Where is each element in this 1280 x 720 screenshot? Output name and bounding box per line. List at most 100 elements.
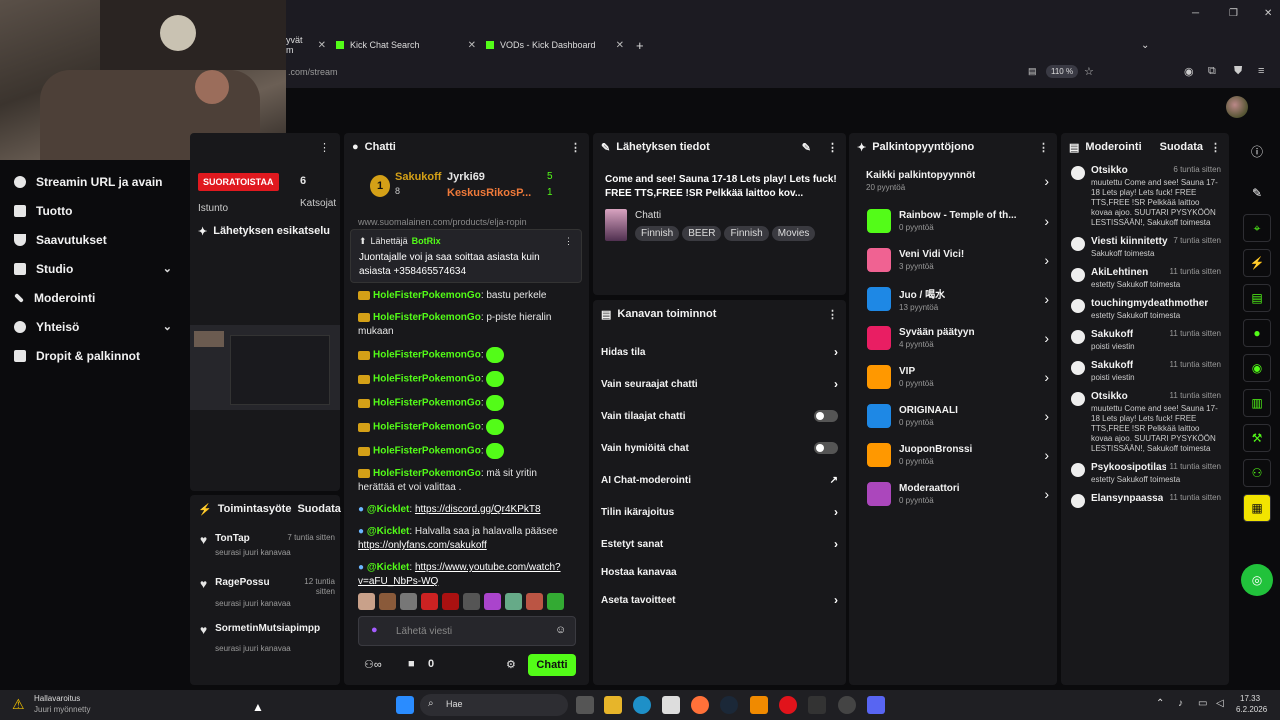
action-set-goals[interactable]: Aseta tavoitteet › [593, 584, 846, 616]
reader-icon[interactable]: ▤ [1028, 66, 1037, 77]
avatar[interactable] [1226, 96, 1248, 118]
more-options-icon[interactable]: ⋮ [827, 141, 838, 154]
action-ai-moderation[interactable]: AI Chat-moderointi ↗ [593, 464, 846, 496]
stream-preview[interactable] [190, 325, 340, 410]
sidebar-item-revenue[interactable]: Tuotto [0, 196, 186, 225]
tab-list-icon[interactable]: ⌄ [1141, 36, 1149, 54]
action-age-restriction[interactable]: Tilin ikärajoitus › [593, 496, 846, 528]
emote-icon[interactable] [442, 593, 459, 610]
opera-icon[interactable] [779, 696, 797, 714]
store-icon[interactable] [662, 696, 680, 714]
reward-item[interactable]: ORIGINAALI 0 pyyntöä › [849, 396, 1057, 435]
action-host-channel[interactable]: Hostaa kanavaa [593, 560, 846, 584]
terminal-icon[interactable] [808, 696, 826, 714]
emote-icon[interactable] [358, 593, 375, 610]
notes-icon[interactable]: ▤ [1243, 284, 1271, 312]
emote-icon[interactable] [526, 593, 543, 610]
close-window-icon[interactable]: ✕ [1264, 8, 1272, 19]
emoji-icon[interactable]: ☺ [555, 624, 566, 636]
taskbar-search[interactable]: ⌕ Hae [420, 694, 568, 716]
clock-date[interactable]: 6.2.2026 [1236, 705, 1267, 714]
microphone-icon[interactable]: ♪ [1178, 698, 1183, 709]
steam-icon[interactable] [720, 696, 738, 714]
sidebar-item-moderation[interactable]: Moderointi [0, 283, 186, 312]
chat-bubble-icon[interactable]: ● [1243, 319, 1271, 347]
reward-item[interactable]: Syvään päätyyn 4 pyyntöä › [849, 318, 1057, 357]
more-options-icon[interactable]: ⋮ [564, 236, 573, 247]
bolt-icon[interactable]: ⚡ [1243, 249, 1271, 277]
more-options-icon[interactable]: ⋮ [827, 308, 838, 321]
vlc-icon[interactable] [750, 696, 768, 714]
reward-item[interactable]: Rainbow - Temple of th... 0 pyyntöä › [849, 201, 1057, 240]
reward-all[interactable]: Kaikki palkintopyynnöt 20 pyyntöä › [849, 161, 1057, 201]
account-icon[interactable]: ◉ [1184, 65, 1194, 78]
clapper-icon[interactable]: ▦ [1243, 494, 1271, 522]
discord-icon[interactable] [867, 696, 885, 714]
menu-icon[interactable]: ≡ [1258, 65, 1264, 77]
edge-icon[interactable] [633, 696, 651, 714]
file-explorer-icon[interactable] [604, 696, 622, 714]
filter-button[interactable]: Suodata [1160, 141, 1203, 153]
action-slow-mode[interactable]: Hidas tila › [593, 336, 846, 368]
volume-icon[interactable]: ◁ [1216, 698, 1224, 709]
emote-icon[interactable] [505, 593, 522, 610]
shield-icon[interactable]: ⛊ [1234, 65, 1242, 78]
obs-icon[interactable] [838, 696, 856, 714]
tag[interactable]: Finnish [635, 226, 680, 241]
maximize-icon[interactable]: ❐ [1229, 8, 1238, 19]
more-options-icon[interactable]: ⋮ [570, 141, 581, 154]
url-bar[interactable]: .com/stream ▤ 110 % ☆ ◉ ⧉ ⛊ ≡ [286, 62, 1280, 84]
sidebar-item-studio[interactable]: Studio ⌄ [0, 254, 186, 283]
support-icon[interactable]: ◎ [1241, 564, 1273, 596]
extensions-icon[interactable]: ⧉ [1208, 65, 1216, 78]
zoom-level[interactable]: 110 % [1046, 65, 1079, 78]
send-chat-button[interactable]: Chatti [528, 654, 576, 676]
emote-icon[interactable] [484, 593, 501, 610]
filter-button[interactable]: Suodata [297, 503, 340, 515]
subscribers-only-toggle[interactable] [814, 410, 838, 422]
reward-item[interactable]: VIP 0 pyyntöä › [849, 357, 1057, 396]
more-options-icon[interactable]: ⋮ [319, 141, 330, 154]
firefox-icon[interactable] [691, 696, 709, 714]
microphone-icon[interactable]: ● [371, 624, 378, 636]
queue-icon[interactable]: ▥ [1243, 389, 1271, 417]
tag[interactable]: Movies [771, 226, 816, 241]
clock-time[interactable]: 17.33 [1240, 694, 1260, 703]
more-options-icon[interactable]: ⋮ [1210, 141, 1221, 154]
sidebar-item-drops[interactable]: Dropit & palkinnot [0, 341, 186, 370]
windows-start-icon[interactable] [396, 696, 414, 714]
emote-icon[interactable] [421, 593, 438, 610]
browser-tab[interactable]: yvät m ✕ [286, 35, 326, 55]
action-followers-only[interactable]: Vain seuraajat chatti › [593, 368, 846, 400]
emotes-only-toggle[interactable] [814, 442, 838, 454]
edit-icon[interactable]: ✎ [1243, 179, 1271, 207]
weather-warning-title[interactable]: Hallavaroitus [34, 694, 80, 703]
community-icon[interactable]: ⚇ [1243, 459, 1271, 487]
info-icon[interactable]: ⓘ [1243, 137, 1271, 165]
wrench-icon[interactable]: ⚒ [1243, 424, 1271, 452]
emote-icon[interactable] [547, 593, 564, 610]
capture-icon[interactable]: ⌖ [1243, 214, 1271, 242]
chat-link[interactable]: https://discord.gg/Qr4KPkT8 [415, 504, 541, 515]
reward-item[interactable]: Veni Vidi Vici! 3 pyyntöä › [849, 240, 1057, 279]
chevron-up-icon[interactable]: ⌃ [1156, 698, 1164, 709]
sidebar-item-stream-url[interactable]: Streamin URL ja avain [0, 167, 186, 196]
action-banned-words[interactable]: Estetyt sanat › [593, 528, 846, 560]
chat-input[interactable]: ● Lähetä viesti ☺ [358, 616, 576, 646]
sidebar-item-achievements[interactable]: Saavutukset [0, 225, 186, 254]
reward-item[interactable]: JuoponBronssi 0 pyyntöä › [849, 435, 1057, 474]
close-icon[interactable]: ✕ [468, 40, 476, 51]
sidebar-item-community[interactable]: Yhteisö ⌄ [0, 312, 186, 341]
reward-item[interactable]: Juo / 喝水 13 pyyntöä › [849, 279, 1057, 318]
community-icon[interactable]: ⚇∞ [364, 658, 382, 671]
bookmark-star-icon[interactable]: ☆ [1084, 65, 1094, 78]
browser-tab[interactable]: VODs - Kick Dashboard ✕ [486, 36, 624, 54]
network-icon[interactable]: ▭ [1198, 698, 1207, 709]
new-tab-button[interactable]: + [636, 36, 650, 54]
broadcast-icon[interactable]: ◉ [1243, 354, 1271, 382]
more-options-icon[interactable]: ⋮ [1038, 141, 1049, 154]
minimize-icon[interactable]: ─ [1192, 8, 1199, 19]
emote-icon[interactable] [463, 593, 480, 610]
chat-link[interactable]: https://onlyfans.com/sakukoff [358, 540, 487, 551]
emote-icon[interactable] [379, 593, 396, 610]
